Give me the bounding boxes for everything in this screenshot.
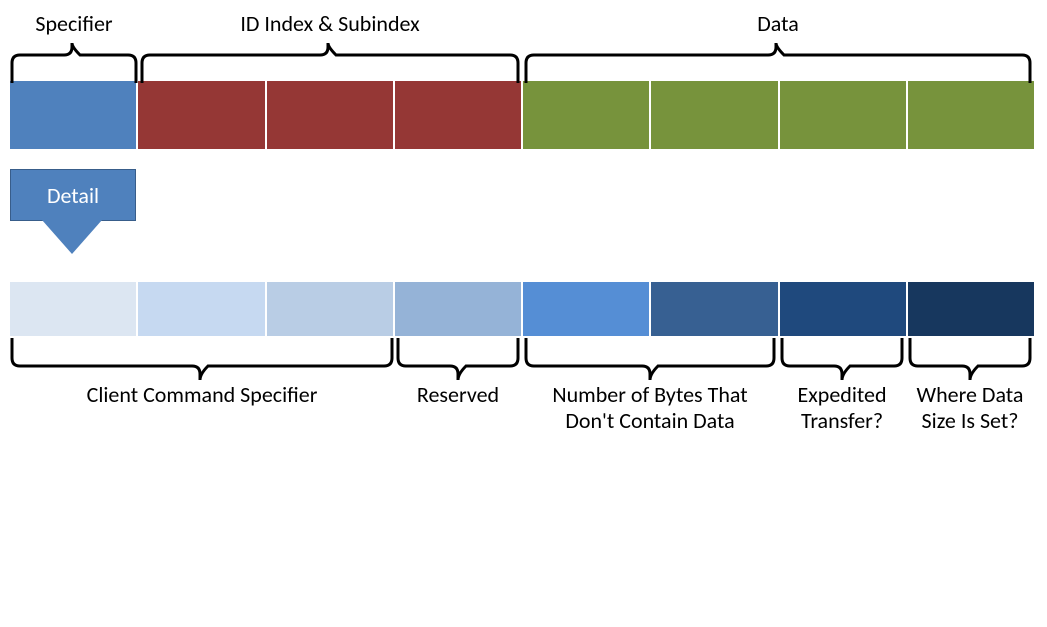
byte-specifier — [10, 81, 138, 149]
detail-arrow-icon — [42, 220, 102, 254]
byte-index-hi — [138, 81, 266, 149]
detail-callout: Detail — [10, 169, 136, 221]
bit-5 — [267, 282, 395, 336]
byte-row — [10, 81, 1034, 149]
bit-2 — [651, 282, 779, 336]
label-expedited: Expedited Transfer? — [778, 382, 906, 435]
bit-row — [10, 282, 1034, 336]
detail-label: Detail — [47, 182, 99, 209]
byte-data-1 — [651, 81, 779, 149]
label-nbytes: Number of Bytes That Don't Contain Data — [522, 382, 778, 435]
bit-0 — [908, 282, 1034, 336]
byte-data-2 — [780, 81, 908, 149]
label-datasize: Where Data Size Is Set? — [906, 382, 1034, 435]
byte-subindex — [395, 81, 523, 149]
label-reserved: Reserved — [394, 382, 522, 435]
label-ccs: Client Command Specifier — [10, 382, 394, 435]
bit-4 — [395, 282, 523, 336]
label-id-index: ID Index & Subindex — [138, 10, 522, 37]
bottom-braces — [10, 336, 1037, 376]
label-specifier: Specifier — [10, 10, 138, 37]
label-data: Data — [522, 10, 1034, 37]
byte-index-lo — [267, 81, 395, 149]
top-braces — [10, 41, 1037, 81]
bit-6 — [138, 282, 266, 336]
byte-data-3 — [908, 81, 1034, 149]
byte-data-0 — [523, 81, 651, 149]
bit-7 — [10, 282, 138, 336]
bit-1 — [780, 282, 908, 336]
top-labels-row: Specifier ID Index & Subindex Data — [10, 10, 1037, 37]
bit-3 — [523, 282, 651, 336]
bottom-labels-row: Client Command Specifier Reserved Number… — [10, 382, 1037, 435]
